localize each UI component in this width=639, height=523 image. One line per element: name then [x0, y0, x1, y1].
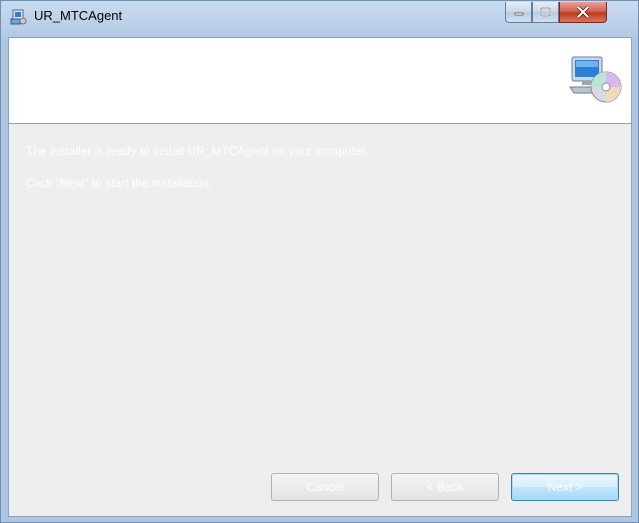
maximize-icon — [540, 7, 551, 17]
title-bar[interactable]: UR_MTCAgent — [1, 1, 638, 33]
installer-content: The installer is ready to install UR_MTC… — [8, 37, 632, 517]
cancel-button[interactable]: Cancel — [271, 473, 379, 501]
minimize-button[interactable] — [505, 2, 532, 23]
ready-message: The installer is ready to install UR_MTC… — [26, 144, 369, 158]
next-button[interactable]: Next > — [511, 473, 619, 501]
back-button[interactable]: < Back — [391, 473, 499, 501]
installer-window: UR_MTCAgent The installer is ready to in… — [0, 0, 639, 523]
close-icon — [576, 6, 590, 18]
window-title: UR_MTCAgent — [34, 8, 123, 23]
computer-disc-icon — [569, 56, 622, 103]
instruction-message: Click "Next" to start the installation. — [26, 176, 212, 190]
maximize-button[interactable] — [532, 2, 559, 23]
installer-app-icon — [10, 9, 27, 25]
header-banner — [9, 38, 631, 124]
minimize-icon — [514, 12, 523, 16]
close-button[interactable] — [559, 2, 607, 23]
message-area: The installer is ready to install UR_MTC… — [9, 124, 631, 516]
